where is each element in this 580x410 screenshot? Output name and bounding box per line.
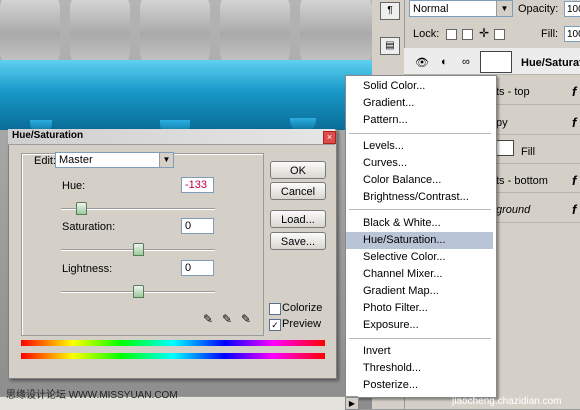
lock-label: Lock: — [413, 28, 440, 40]
menu-item-levels[interactable]: Levels... — [363, 140, 404, 152]
menu-item-hue-saturation[interactable]: Hue/Saturation... — [363, 234, 446, 246]
layer-name: Hue/Saturation — [521, 57, 580, 69]
dialog-title: Hue/Saturation — [12, 130, 84, 141]
cancel-button[interactable]: Cancel — [270, 182, 326, 200]
lightness-label: Lightness: — [62, 263, 113, 275]
eyedropper-plus-icon[interactable]: ✎ — [222, 312, 232, 326]
layer-comps-icon[interactable]: ▤ — [380, 37, 400, 55]
menu-item-invert[interactable]: Invert — [363, 345, 391, 357]
close-icon[interactable]: × — [323, 131, 336, 144]
adjustment-layer-icon: ◐ — [441, 56, 448, 68]
menu-item-exposure[interactable]: Exposure... — [363, 319, 419, 331]
menu-separator — [349, 338, 491, 339]
menu-item-brightness-contrast[interactable]: Brightness/Contrast... — [363, 191, 469, 203]
edit-channel-value: Master — [59, 154, 93, 166]
menu-separator — [349, 209, 491, 210]
menu-item-threshold[interactable]: Threshold... — [363, 362, 421, 374]
chevron-down-icon: ▼ — [159, 153, 173, 167]
ok-button[interactable]: OK — [270, 161, 326, 179]
menu-item-gradient[interactable]: Gradient... — [363, 97, 414, 109]
menu-item-curves[interactable]: Curves... — [363, 157, 407, 169]
load-button[interactable]: Load... — [270, 210, 326, 228]
edit-channel-select[interactable]: Master ▼ — [55, 152, 174, 168]
lock-pixels-icon[interactable] — [462, 29, 473, 40]
edit-label: Edit: — [34, 155, 57, 167]
menu-item-posterize[interactable]: Posterize... — [363, 379, 418, 391]
layer-thumbnail — [496, 140, 514, 156]
menu-item-selective-color[interactable]: Selective Color... — [363, 251, 446, 263]
preview-label: Preview — [282, 318, 322, 330]
opacity-label: Opacity: — [518, 3, 559, 15]
layer-name: ts - top — [496, 86, 530, 98]
brush-icon[interactable]: ¶ — [380, 2, 400, 20]
effects-icon[interactable]: f — [572, 84, 576, 99]
watermark-left: 思缘设计论坛 WWW.MISSYUAN.COM — [6, 390, 178, 401]
link-icon: ∞ — [462, 56, 470, 68]
lightness-input[interactable]: 0 — [181, 260, 214, 276]
lock-all-icon[interactable] — [494, 29, 505, 40]
menu-item-channel-mixer[interactable]: Channel Mixer... — [363, 268, 442, 280]
menu-item-color-balance[interactable]: Color Balance... — [363, 174, 441, 186]
saturation-label: Saturation: — [62, 221, 116, 233]
menu-item-solid-color[interactable]: Solid Color... — [363, 80, 425, 92]
eyedropper-icon[interactable]: ✎ — [203, 312, 213, 326]
menu-item-gradient-map[interactable]: Gradient Map... — [363, 285, 439, 297]
menu-item-pattern[interactable]: Pattern... — [363, 114, 408, 126]
menu-separator — [349, 133, 491, 134]
save-button[interactable]: Save... — [270, 232, 326, 250]
chevron-down-icon: ▼ — [496, 1, 512, 16]
input-color-bar — [21, 340, 325, 346]
opacity-input[interactable]: 100 — [564, 1, 580, 17]
lock-transparency-icon[interactable] — [446, 29, 457, 40]
hue-label: Hue: — [62, 180, 86, 192]
visibility-eye-icon[interactable]: 👁 — [415, 56, 429, 69]
fill-input[interactable]: 100 — [564, 26, 580, 42]
layer-name: ts - bottom — [496, 175, 548, 187]
menu-item-black-white[interactable]: Black & White... — [363, 217, 441, 229]
hue-input[interactable]: -133 — [181, 177, 214, 193]
fill-label: Fill: — [541, 28, 559, 40]
colorize-label: Colorize — [282, 302, 323, 314]
preview-checkbox[interactable]: ✓ — [269, 319, 281, 331]
output-color-bar — [21, 353, 325, 359]
layer-name: ground — [496, 204, 531, 216]
effects-icon[interactable]: f — [572, 202, 576, 217]
lock-position-icon[interactable]: ✛ — [479, 26, 489, 40]
scroll-right-icon[interactable]: ▶ — [345, 397, 359, 410]
colorize-checkbox[interactable] — [269, 303, 281, 315]
layer-mask-thumbnail[interactable] — [480, 51, 512, 73]
hue-slider-thumb[interactable] — [76, 202, 88, 215]
blend-mode-value: Normal — [413, 3, 449, 15]
menu-item-photo-filter[interactable]: Photo Filter... — [363, 302, 428, 314]
lightness-slider-thumb[interactable] — [133, 285, 144, 298]
layer-name: py — [496, 117, 508, 129]
saturation-input[interactable]: 0 — [181, 218, 214, 234]
effects-icon[interactable]: f — [572, 115, 576, 130]
watermark-right: jiaocheng.chazidian.com — [452, 396, 562, 407]
eyedropper-minus-icon[interactable]: ✎ — [241, 312, 251, 326]
layer-name: Fill — [521, 146, 536, 158]
effects-icon[interactable]: f — [572, 173, 576, 188]
blend-mode-select[interactable]: Normal ▼ — [409, 0, 513, 17]
saturation-slider-thumb[interactable] — [133, 243, 144, 256]
